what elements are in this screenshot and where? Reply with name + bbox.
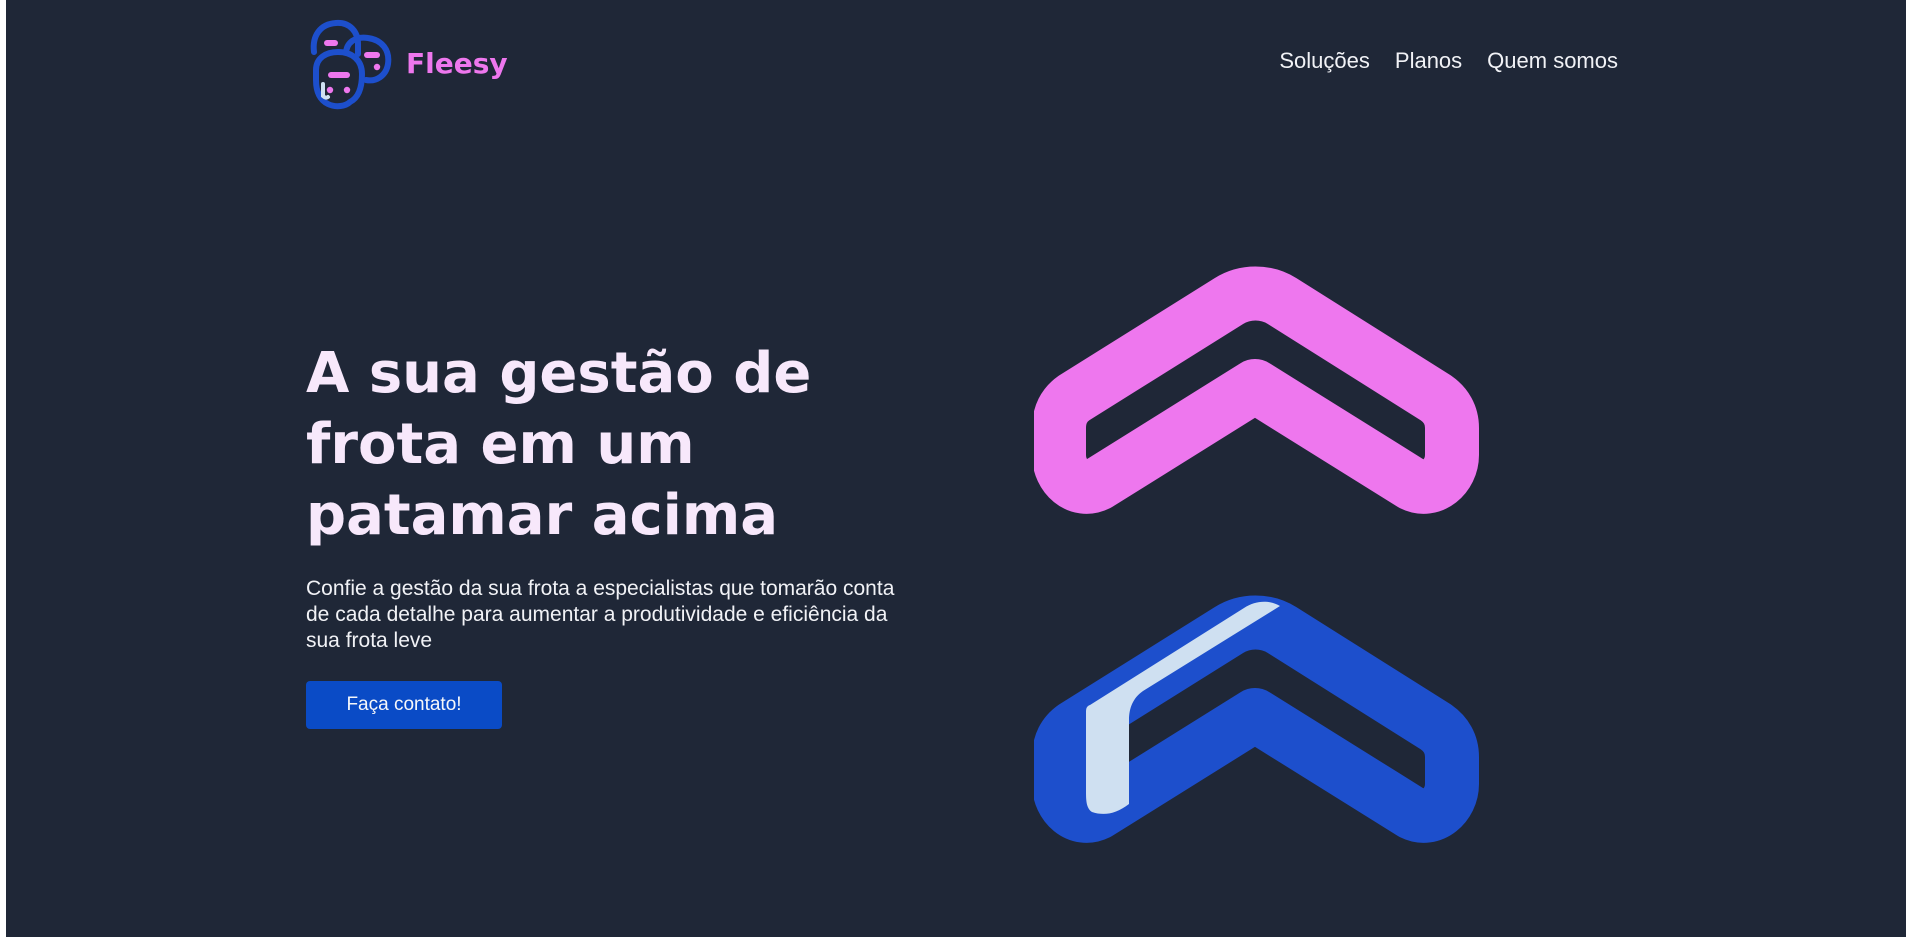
cars-logo-icon <box>310 19 392 110</box>
hero-subtitle: Confie a gestão da sua frota a especiali… <box>306 577 895 652</box>
brand-name: Fleesy <box>406 47 508 80</box>
nav-item-quem-somos[interactable]: Quem somos <box>1487 48 1618 74</box>
hero-title: A sua gestão de frota em um patamar acim… <box>306 341 812 548</box>
double-chevron-up-icon <box>1034 266 1479 843</box>
brand[interactable]: Fleesy <box>306 18 508 114</box>
contact-button[interactable]: Faça contato! <box>306 681 502 729</box>
main-nav: Soluções Planos Quem somos <box>1279 48 1618 74</box>
nav-item-solucoes[interactable]: Soluções <box>1279 48 1370 74</box>
nav-item-planos[interactable]: Planos <box>1395 48 1462 74</box>
page-background: Fleesy Soluções Planos Quem somos A sua … <box>6 0 1906 937</box>
site-header: Fleesy Soluções Planos Quem somos <box>306 18 1618 114</box>
pink-chevron-shape <box>1034 266 1479 514</box>
